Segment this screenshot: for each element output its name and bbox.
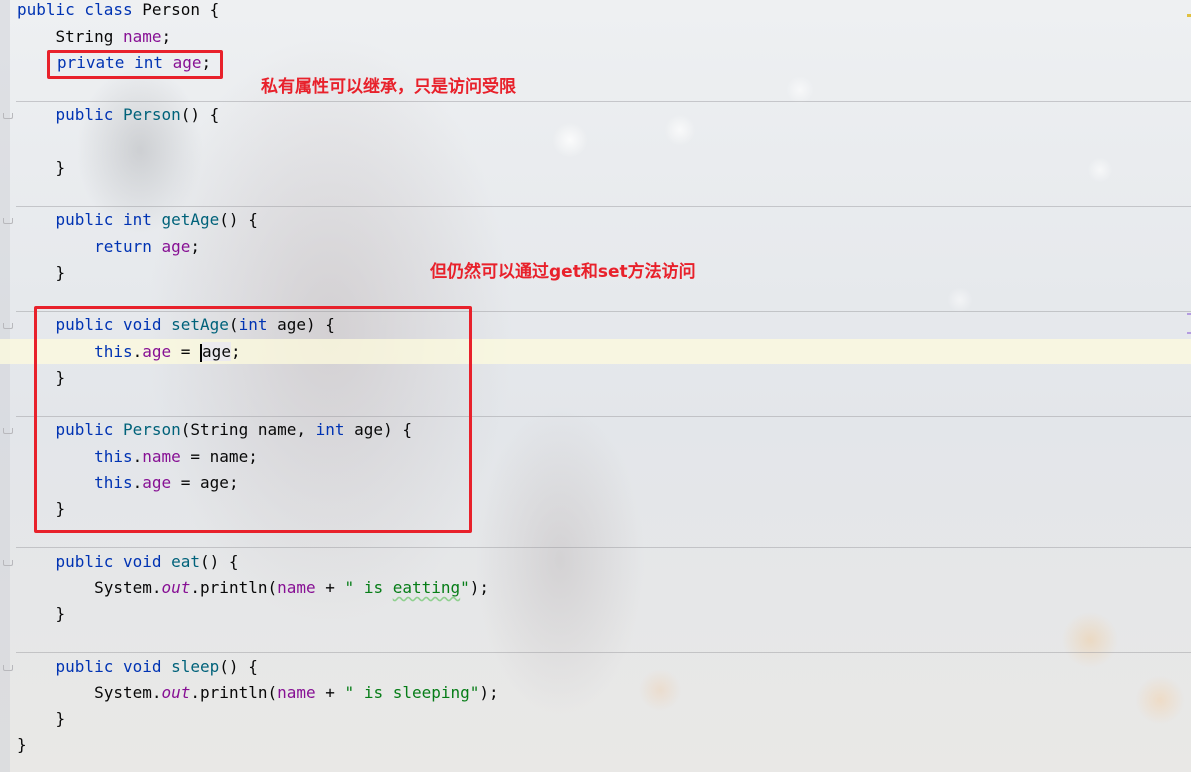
field-token: name bbox=[122, 27, 162, 46]
code-line[interactable]: System.out.println(name + " is eatting")… bbox=[17, 575, 489, 601]
scrollbar-usage-mark[interactable] bbox=[1187, 313, 1191, 315]
fold-marker-icon[interactable] bbox=[3, 113, 13, 119]
keyword-token: public bbox=[17, 105, 123, 124]
code-line[interactable]: public int getAge() { bbox=[17, 207, 258, 233]
punct-token: ); bbox=[469, 578, 490, 597]
punct-token: () { bbox=[200, 552, 239, 571]
field-token: name bbox=[277, 683, 316, 702]
punct-token: } bbox=[17, 158, 66, 177]
code-line[interactable]: public Person() { bbox=[17, 102, 220, 128]
punct-token: ; bbox=[190, 237, 201, 256]
punct-token: ; bbox=[161, 27, 172, 46]
method-separator bbox=[16, 547, 1191, 548]
string-token: " is bbox=[344, 578, 393, 597]
fold-marker-icon[interactable] bbox=[3, 218, 13, 224]
code-line[interactable]: } bbox=[17, 706, 66, 732]
punct-token: } bbox=[17, 263, 66, 282]
operator-token: + bbox=[315, 578, 345, 597]
private-inheritance-note: 私有属性可以继承，只是访问受限 bbox=[261, 77, 516, 97]
keyword-token: public void bbox=[17, 657, 172, 676]
private-field-highlight-box bbox=[47, 50, 223, 79]
punct-token: ); bbox=[479, 683, 499, 702]
class-name-token: Person { bbox=[142, 0, 220, 19]
method-call-token: .println( bbox=[190, 683, 278, 702]
class-ref-token: System. bbox=[17, 683, 162, 702]
code-line[interactable]: public class Person { bbox=[17, 0, 219, 23]
code-line[interactable]: String name; bbox=[17, 24, 172, 50]
string-token: " is sleeping" bbox=[344, 683, 480, 702]
keyword-token: public int bbox=[17, 210, 162, 229]
fold-marker-icon[interactable] bbox=[3, 428, 13, 434]
method-name-token: getAge bbox=[161, 210, 220, 229]
keyword-token: return bbox=[17, 237, 162, 256]
fold-marker-icon[interactable] bbox=[3, 665, 13, 671]
code-line[interactable]: } bbox=[17, 155, 66, 181]
string-typo-token: eatting bbox=[392, 578, 461, 597]
operator-token: + bbox=[315, 683, 345, 702]
method-name-token: Person bbox=[122, 105, 181, 124]
scrollbar-usage-mark[interactable] bbox=[1187, 332, 1191, 334]
field-token: name bbox=[277, 578, 316, 597]
type-token: String bbox=[17, 27, 123, 46]
punct-token: } bbox=[17, 604, 66, 623]
method-separator bbox=[16, 652, 1191, 653]
method-call-token: .println( bbox=[190, 578, 278, 597]
scrollbar-warning-mark[interactable] bbox=[1187, 14, 1191, 17]
code-line[interactable]: return age; bbox=[17, 234, 200, 260]
code-line[interactable]: System.out.println(name + " is sleeping"… bbox=[17, 680, 499, 706]
method-name-token: eat bbox=[171, 552, 201, 571]
method-name-token: sleep bbox=[171, 657, 220, 676]
getter-setter-note: 但仍然可以通过get和set方法访问 bbox=[430, 262, 696, 282]
punct-token: () { bbox=[180, 105, 220, 124]
keyword-token: public void bbox=[17, 552, 172, 571]
code-line[interactable]: } bbox=[17, 601, 66, 627]
fold-marker-icon[interactable] bbox=[3, 323, 13, 329]
string-token: " bbox=[460, 578, 470, 597]
field-token: age bbox=[161, 237, 191, 256]
punct-token: } bbox=[17, 709, 66, 728]
code-line[interactable]: public void sleep() { bbox=[17, 654, 258, 680]
punct-token: } bbox=[17, 735, 27, 754]
static-field-token: out bbox=[161, 578, 191, 597]
punct-token: () { bbox=[219, 657, 258, 676]
code-line[interactable]: } bbox=[17, 732, 27, 758]
code-line[interactable]: } bbox=[17, 260, 66, 286]
setter-constructor-highlight-box bbox=[34, 306, 472, 533]
keyword-token: public class bbox=[17, 0, 143, 19]
code-line[interactable]: public void eat() { bbox=[17, 549, 239, 575]
static-field-token: out bbox=[161, 683, 191, 702]
fold-marker-icon[interactable] bbox=[3, 560, 13, 566]
class-ref-token: System. bbox=[17, 578, 162, 597]
punct-token: () { bbox=[219, 210, 258, 229]
